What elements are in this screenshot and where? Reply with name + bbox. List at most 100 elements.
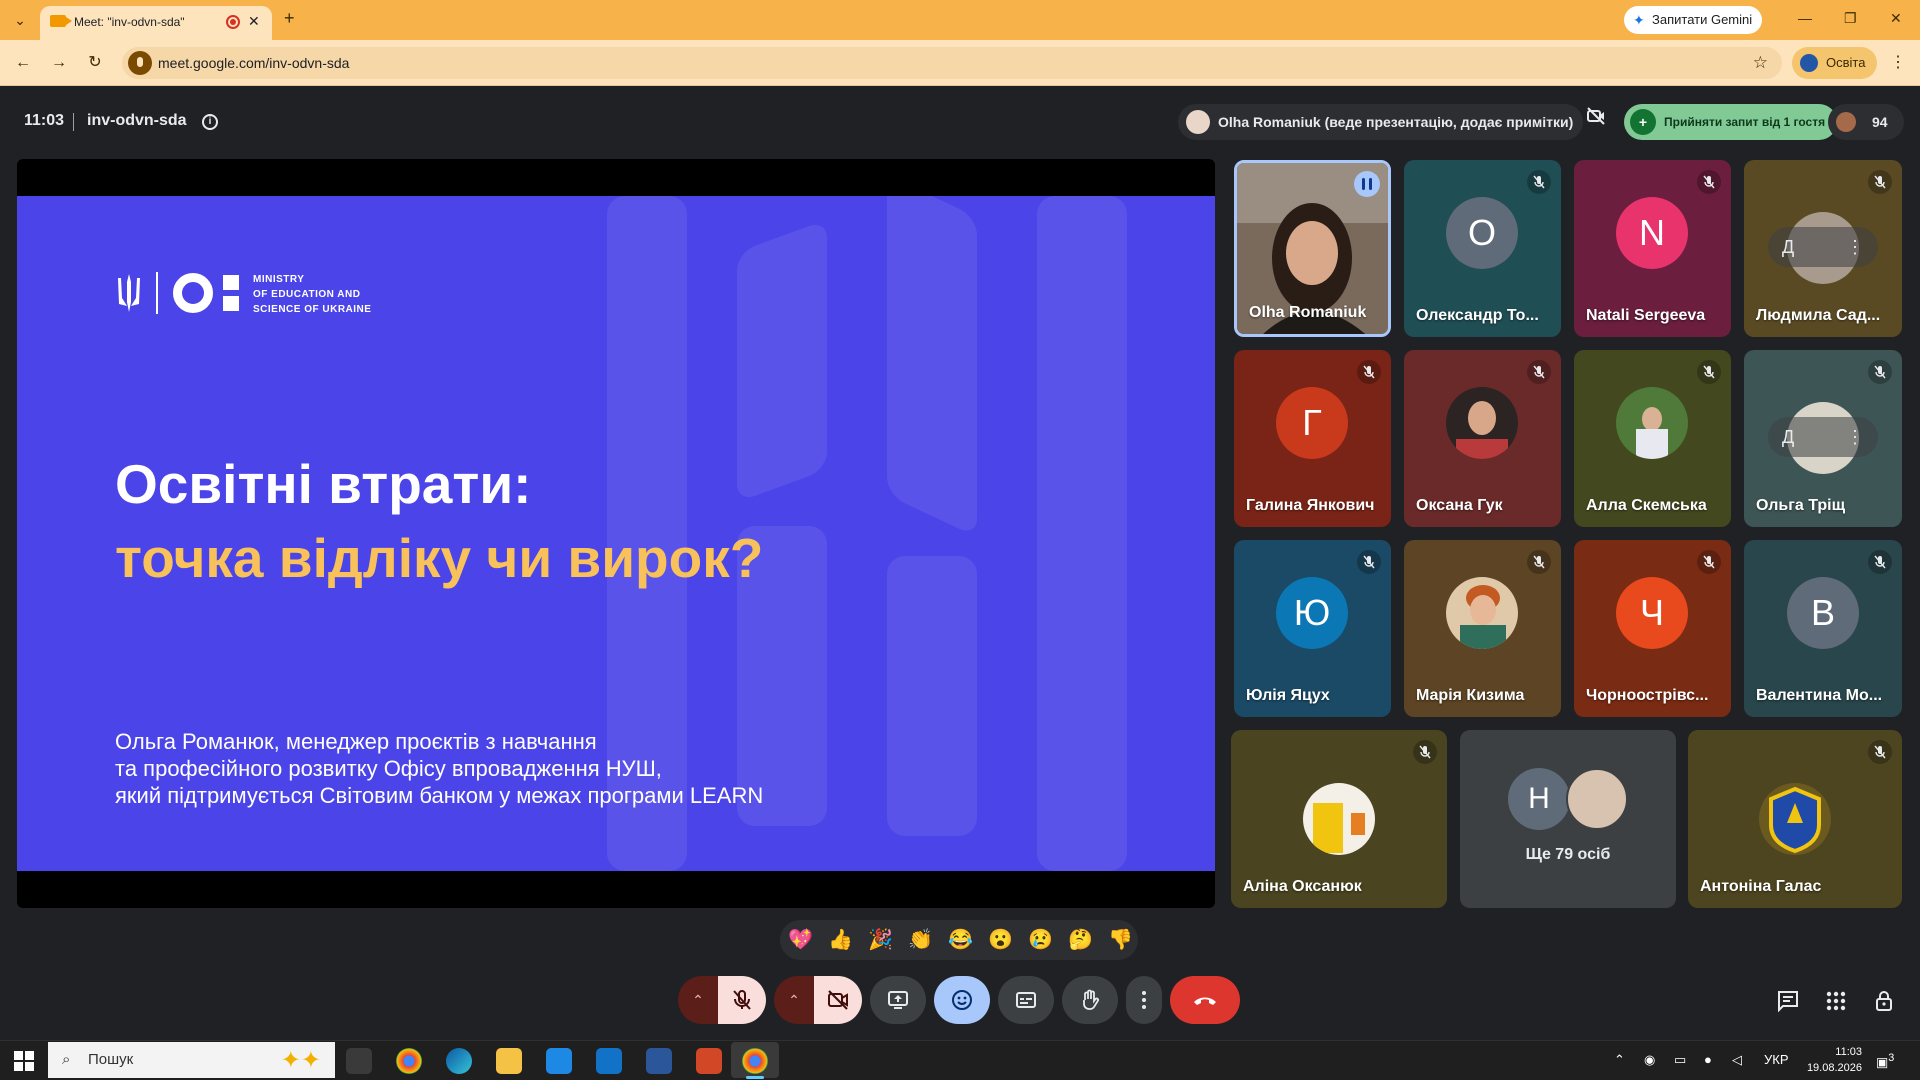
gemini-sparkle-icon: ✦ <box>1633 12 1645 28</box>
browser-tab-meet[interactable]: Meet: "inv-odvn-sda" ✕ <box>40 6 272 40</box>
reaction-thinking[interactable]: 🤔 <box>1068 928 1093 952</box>
forward-arrow-icon[interactable]: → <box>48 52 70 74</box>
chat-icon[interactable] <box>1775 988 1801 1014</box>
participant-tile[interactable]: N Natali Sergeeva <box>1574 160 1731 337</box>
participant-tile[interactable]: Д ⋮ Ольга Тріщ <box>1744 350 1902 527</box>
camera-off-indicator-icon[interactable] <box>1578 104 1614 140</box>
reaction-party[interactable]: 🎉 <box>868 928 893 952</box>
mic-muted-icon <box>1357 550 1381 574</box>
participant-name: Марія Кизима <box>1416 687 1525 704</box>
minimize-button[interactable]: — <box>1798 10 1812 26</box>
recording-indicator-icon <box>226 15 240 29</box>
tile-hover-controls[interactable]: Д ⋮ <box>1768 417 1878 457</box>
chrome-app-active-icon[interactable] <box>742 1048 768 1074</box>
tray-app-icon[interactable]: ◉ <box>1644 1052 1655 1068</box>
present-screen-button[interactable] <box>870 976 926 1024</box>
reaction-thumbs-up[interactable]: 👍 <box>828 928 853 952</box>
notifications-icon[interactable]: ▣3 <box>1876 1052 1894 1070</box>
pin-icon[interactable]: Д <box>1782 417 1794 457</box>
meeting-info-icon[interactable]: i <box>202 114 218 130</box>
reaction-surprised[interactable]: 😮 <box>988 928 1013 952</box>
url-field[interactable]: meet.google.com/inv-odvn-sda ☆ <box>122 47 1782 79</box>
participant-tile[interactable]: Алла Скемська <box>1574 350 1731 527</box>
ask-gemini-button[interactable]: ✦ Запитати Gemini <box>1624 6 1763 34</box>
reload-icon[interactable]: ↻ <box>84 52 106 74</box>
site-info-mic-icon[interactable] <box>128 51 152 75</box>
profile-avatar <box>1800 54 1818 72</box>
presenter-chip[interactable]: Olha Romaniuk (веде презентацію, додає п… <box>1178 104 1584 140</box>
participant-tile[interactable]: Ю Юлія Яцух <box>1234 540 1391 717</box>
outlook-app-icon[interactable] <box>596 1048 622 1074</box>
leave-call-button[interactable] <box>1170 976 1240 1024</box>
participant-tile[interactable]: Антоніна Галас <box>1688 730 1902 908</box>
mic-tray-icon[interactable]: ● <box>1704 1052 1712 1067</box>
more-options-icon[interactable]: ⋮ <box>1846 227 1864 267</box>
mic-options-button[interactable]: ⌃ <box>678 976 718 1024</box>
microphone-toggle-button[interactable] <box>718 976 766 1024</box>
input-language[interactable]: УКР <box>1764 1052 1789 1067</box>
captions-button[interactable] <box>998 976 1054 1024</box>
new-tab-button[interactable]: + <box>284 8 295 29</box>
tab-search-dropdown-icon[interactable]: ⌄ <box>8 8 32 32</box>
participant-tile[interactable]: Марія Кизима <box>1404 540 1561 717</box>
profile-button[interactable]: Освіта <box>1792 47 1878 79</box>
reaction-clap[interactable]: 👏 <box>908 928 933 952</box>
smiley-icon <box>934 976 990 1024</box>
network-icon[interactable]: ▭ <box>1674 1052 1686 1068</box>
participant-tile[interactable]: Д ⋮ Людмила Сад... <box>1744 160 1902 337</box>
file-explorer-icon[interactable] <box>496 1048 522 1074</box>
task-view-icon[interactable] <box>346 1048 372 1074</box>
participant-name: Алла Скемська <box>1586 497 1707 514</box>
more-participants-tile[interactable]: Н Ще 79 осіб <box>1460 730 1676 908</box>
participants-count-chip[interactable]: 94 <box>1828 104 1904 140</box>
camera-options-button[interactable]: ⌃ <box>774 976 814 1024</box>
participant-tile[interactable]: Аліна Оксанюк <box>1231 730 1447 908</box>
raise-hand-button[interactable] <box>1062 976 1118 1024</box>
captions-icon <box>998 976 1054 1024</box>
powerpoint-app-icon[interactable] <box>696 1048 722 1074</box>
speaker-muted-icon[interactable]: ◁ <box>1732 1052 1742 1068</box>
participant-tile[interactable]: Г Галина Янкович <box>1234 350 1391 527</box>
host-controls-lock-icon[interactable] <box>1871 988 1897 1014</box>
tile-hover-controls[interactable]: Д ⋮ <box>1768 227 1878 267</box>
accept-guest-request-button[interactable]: + Прийняти запит від 1 гостя <box>1624 104 1838 140</box>
participant-tile[interactable]: О Олександр То... <box>1404 160 1561 337</box>
browser-menu-icon[interactable]: ⋮ <box>1890 52 1906 72</box>
reaction-laugh[interactable]: 😂 <box>948 928 973 952</box>
participant-name: Чорноострівс... <box>1586 687 1709 704</box>
reaction-thumbs-down[interactable]: 👎 <box>1108 928 1133 952</box>
slide-title: Освітні втрати: <box>115 453 532 515</box>
chrome-app-icon[interactable] <box>396 1048 422 1074</box>
taskbar-search-field[interactable]: ⌕ Пошук ✦✦ <box>48 1042 335 1078</box>
participant-tile[interactable]: В Валентина Мо... <box>1744 540 1902 717</box>
restore-button[interactable]: ❐ <box>1844 10 1857 27</box>
more-options-button[interactable] <box>1126 976 1162 1024</box>
reaction-heart[interactable]: 💖 <box>788 928 813 952</box>
tab-close-icon[interactable]: ✕ <box>248 13 260 30</box>
mic-muted-icon <box>1697 550 1721 574</box>
more-options-icon[interactable]: ⋮ <box>1846 417 1864 457</box>
edge-app-icon[interactable] <box>446 1048 472 1074</box>
close-window-button[interactable]: ✕ <box>1890 10 1902 27</box>
activities-grid-icon[interactable] <box>1823 988 1849 1014</box>
hand-icon <box>1062 976 1118 1024</box>
pin-icon[interactable]: Д <box>1782 227 1794 267</box>
word-app-icon[interactable] <box>646 1048 672 1074</box>
participant-tile[interactable]: Оксана Гук <box>1404 350 1561 527</box>
back-arrow-icon[interactable]: ← <box>12 52 34 74</box>
participant-avatar: В <box>1787 577 1859 649</box>
participant-tile[interactable]: Ч Чорноострівс... <box>1574 540 1731 717</box>
windows-start-icon[interactable] <box>14 1051 34 1071</box>
camera-toggle-button[interactable] <box>814 976 862 1024</box>
emoji-reactions-button[interactable] <box>934 976 990 1024</box>
taskbar-clock[interactable]: 11:03 19.08.2026 <box>1806 1044 1862 1076</box>
reaction-sad[interactable]: 😢 <box>1028 928 1053 952</box>
participant-tile-olha-romaniuk[interactable]: Olha Romaniuk <box>1234 160 1391 337</box>
bookmark-star-icon[interactable]: ☆ <box>1753 53 1768 73</box>
participant-avatar: Г <box>1276 387 1348 459</box>
tray-overflow-icon[interactable]: ⌃ <box>1614 1052 1625 1068</box>
store-app-icon[interactable] <box>546 1048 572 1074</box>
address-bar-row: ← → ↻ meet.google.com/inv-odvn-sda ☆ Осв… <box>0 40 1920 86</box>
mic-muted-icon <box>1413 740 1437 764</box>
participant-avatar: Ю <box>1276 577 1348 649</box>
